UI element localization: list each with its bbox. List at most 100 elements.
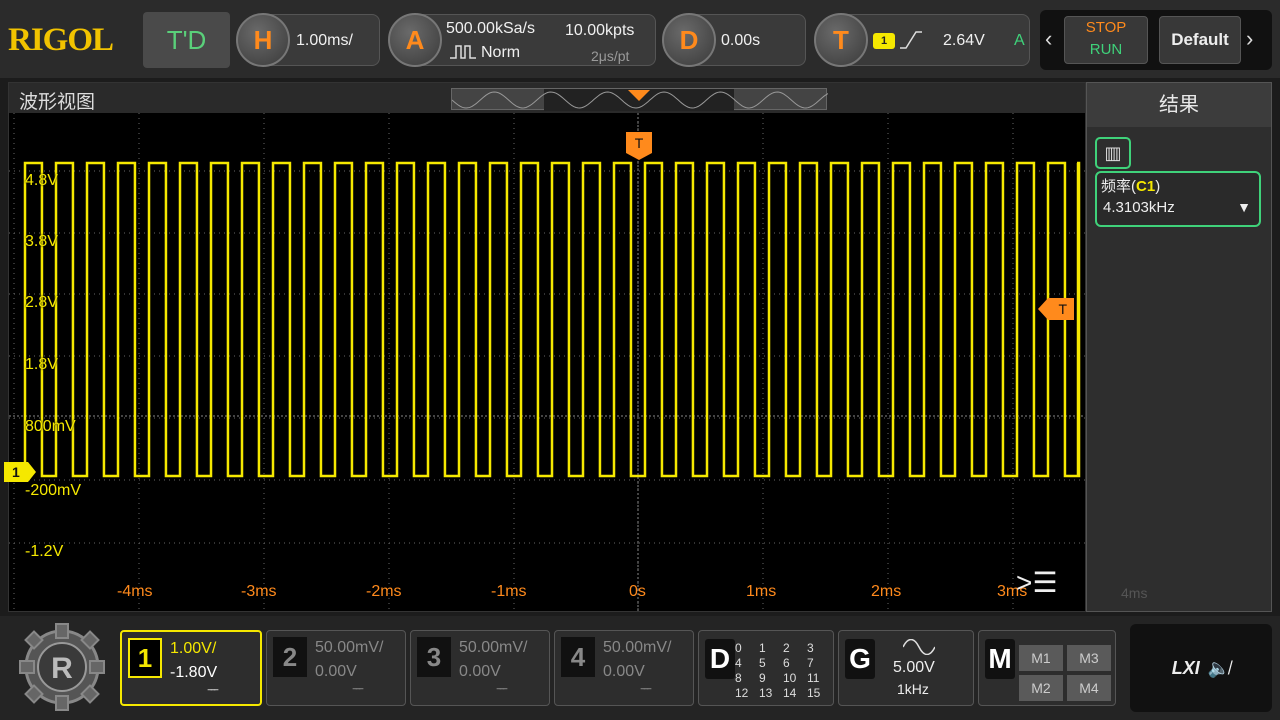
channel1-number: 1	[128, 638, 162, 678]
sample-rate: 500.00kSa/s	[446, 20, 535, 37]
x-label: -2ms	[366, 583, 402, 600]
channel2-scale: 50.00mV/	[315, 639, 384, 656]
waveform-view[interactable]: 波形视图 4.8V 3.8V 2.8V 1.8V 800mV -200mV -1…	[8, 82, 1086, 612]
horizontal-button[interactable]: H	[236, 13, 290, 67]
channel2-offset: 0.00V	[315, 663, 357, 680]
y-label: 3.8V	[25, 233, 58, 250]
y-label: 2.8V	[25, 294, 58, 311]
ghost-time-label: 4ms	[1121, 585, 1148, 601]
speaker-muted-icon[interactable]: 🔈̸	[1208, 658, 1230, 679]
digital-channel-number: 7	[807, 656, 814, 670]
acquire-mode: Norm	[481, 44, 521, 61]
stop-run-button[interactable]: STOP RUN	[1064, 16, 1148, 64]
channel3-scale: 50.00mV/	[459, 639, 528, 656]
math-m4-button[interactable]: M4	[1067, 675, 1111, 701]
default-button[interactable]: Default	[1159, 16, 1241, 64]
math-m3-button[interactable]: M3	[1067, 645, 1111, 671]
memory-depth: 10.00kpts	[565, 22, 635, 39]
results-panel: 结果 ▥ 频率(C1) 4.3103kHz ▼ 4ms	[1086, 82, 1272, 612]
dc-coupling-icon: ‾‾‾	[208, 688, 218, 702]
y-label: -1.2V	[25, 543, 64, 560]
generator-box[interactable]: G 5.00V 1kHz	[838, 630, 974, 706]
digital-channels-box[interactable]: D 0 1 2 3 4 5 6 7 8 9 10 11 12 13 14 15	[698, 630, 834, 706]
measurement-source: C1	[1136, 178, 1156, 195]
chevron-left-icon[interactable]: ‹	[1045, 26, 1052, 52]
trigger-pill[interactable]	[840, 14, 1030, 66]
memory-overview-bar[interactable]	[451, 88, 829, 111]
measurement-icon[interactable]: ▥	[1095, 137, 1131, 169]
dc-coupling-icon: ‾‾‾	[641, 687, 651, 701]
trigger-level: 2.64V	[943, 32, 985, 49]
delay-value: 0.00s	[721, 32, 761, 49]
x-label: 1ms	[746, 583, 777, 600]
dropdown-caret-icon[interactable]: ▼	[1237, 199, 1251, 215]
delay-button[interactable]: D	[662, 13, 716, 67]
x-label: 2ms	[871, 583, 902, 600]
menu-expand-icon[interactable]: >☰	[1016, 566, 1057, 599]
digital-channel-number: 1	[759, 641, 766, 655]
rising-edge-icon	[900, 31, 922, 49]
horizontal-scale-value: 1.00ms/	[296, 32, 353, 49]
generator-letter: G	[845, 639, 875, 679]
y-label: 800mV	[25, 418, 76, 435]
y-label: -200mV	[25, 482, 82, 499]
trigger-source-badge: 1	[873, 33, 895, 49]
channel4-scale: 50.00mV/	[603, 639, 672, 656]
lxi-status-area[interactable]: LXI 🔈̸	[1130, 624, 1272, 712]
gear-home-icon[interactable]: R	[14, 622, 110, 712]
waveform-grid	[9, 113, 1085, 611]
math-m2-button[interactable]: M2	[1019, 675, 1063, 701]
channel3-box[interactable]: 3 50.00mV/ 0.00V ‾‾‾	[410, 630, 550, 706]
trigger-delay-button[interactable]: T'D	[143, 12, 230, 68]
sine-wave-icon	[903, 639, 935, 655]
digital-letter: D	[705, 639, 735, 679]
channel3-offset: 0.00V	[459, 663, 501, 680]
channel1-offset: -1.80V	[170, 664, 218, 681]
generator-frequency: 1kHz	[897, 681, 929, 697]
measurement-label: 频率(C1)	[1101, 178, 1161, 195]
dc-coupling-icon: ‾‾‾	[497, 687, 507, 701]
math-box[interactable]: M M1 M3 M2 M4	[978, 630, 1116, 706]
digital-channel-number: 9	[759, 671, 766, 685]
channel1-box[interactable]: 1 1.00V/ -1.80V ‾‾‾	[120, 630, 262, 706]
trigger-button[interactable]: T	[814, 13, 868, 67]
channel4-box[interactable]: 4 50.00mV/ 0.00V ‾‾‾	[554, 630, 694, 706]
digital-channel-number: 6	[783, 656, 790, 670]
run-label: RUN	[1089, 41, 1123, 58]
digital-channel-number: 10	[783, 671, 797, 685]
measurement-value: 4.3103kHz	[1103, 199, 1175, 216]
digital-channel-number: 12	[735, 686, 749, 700]
measurement-frequency-card[interactable]: 频率(C1) 4.3103kHz ▼	[1095, 171, 1261, 227]
channel2-number: 2	[273, 637, 307, 677]
trigger-mode: A	[1014, 32, 1025, 49]
digital-channel-number: 11	[807, 671, 820, 685]
y-label: 4.8V	[25, 172, 58, 189]
x-label: -1ms	[491, 583, 527, 600]
stop-label: STOP	[1085, 19, 1127, 36]
waveform-title-bar: 波形视图	[9, 83, 1085, 113]
digital-channel-grid: 0 1 2 3 4 5 6 7 8 9 10 11 12 13 14 15	[735, 641, 831, 701]
dc-coupling-icon: ‾‾‾	[353, 687, 363, 701]
results-title: 结果	[1087, 83, 1271, 127]
x-label: -4ms	[117, 583, 153, 600]
digital-channel-number: 14	[783, 686, 797, 700]
channel2-box[interactable]: 2 50.00mV/ 0.00V ‾‾‾	[266, 630, 406, 706]
chevron-right-icon[interactable]: ›	[1246, 26, 1253, 52]
acquire-button[interactable]: A	[388, 13, 442, 67]
digital-channel-number: 2	[783, 641, 790, 655]
digital-channel-number: 4	[735, 656, 742, 670]
digital-channel-number: 5	[759, 656, 766, 670]
waveform-view-title: 波形视图	[19, 92, 96, 113]
generator-amplitude: 5.00V	[893, 659, 935, 676]
channel1-scale: 1.00V/	[170, 640, 217, 657]
top-toolbar: RIGOL T'D H 1.00ms/ A 500.00kSa/s 10.00k…	[0, 0, 1280, 78]
math-letter: M	[985, 639, 1015, 679]
svg-text:R: R	[51, 652, 73, 685]
rigol-logo: RIGOL	[8, 22, 114, 58]
channel3-number: 3	[417, 637, 451, 677]
channel1-waveform	[23, 161, 1081, 478]
x-label: 0s	[629, 583, 646, 600]
digital-channel-number: 15	[807, 686, 821, 700]
math-m1-button[interactable]: M1	[1019, 645, 1063, 671]
digital-channel-number: 0	[735, 641, 742, 655]
